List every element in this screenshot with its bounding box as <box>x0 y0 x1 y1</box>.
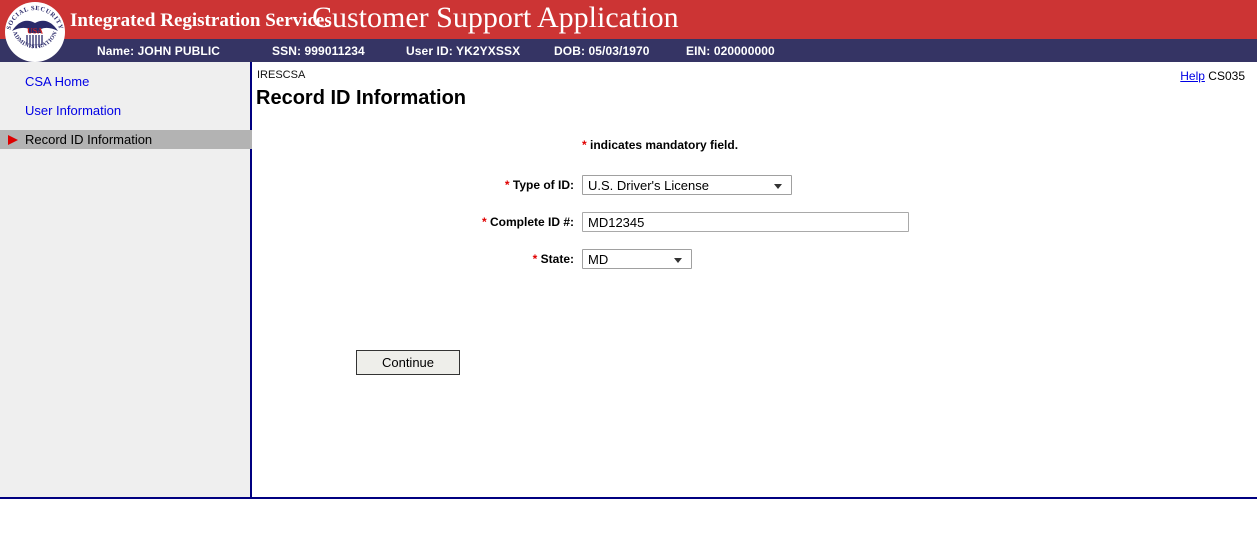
page-code: CS035 <box>1208 69 1245 83</box>
csa-home-link[interactable]: CSA Home <box>0 74 252 89</box>
page-title: Record ID Information <box>256 87 467 109</box>
masthead: SOCIAL SECURITY ADMINISTRATION USA Integ… <box>0 0 1257 62</box>
state-selected-value: MD <box>588 251 609 267</box>
state-label: * State: <box>532 252 574 266</box>
dropdown-arrow-icon <box>674 258 682 263</box>
type-of-id-selected-value: U.S. Driver's License <box>588 177 709 193</box>
state-select[interactable]: MD <box>582 249 692 269</box>
continue-button[interactable]: Continue <box>356 350 460 375</box>
user-ssn: SSN: 999011234 <box>272 44 365 58</box>
help-link[interactable]: Help <box>1180 69 1205 83</box>
record-id-information-label: Record ID Information <box>25 132 153 147</box>
required-asterisk: * <box>504 178 510 192</box>
current-page-arrow-icon <box>8 135 18 145</box>
mandatory-field-note: * indicates mandatory field. <box>582 138 738 152</box>
footer-whitespace <box>0 499 1257 534</box>
required-asterisk: * <box>532 252 538 266</box>
ssa-seal-logo: SOCIAL SECURITY ADMINISTRATION USA <box>5 2 65 62</box>
main-panel: IRESCSA Help CS035 Record ID Information… <box>252 62 1257 497</box>
seal-usa-text: USA <box>27 27 43 36</box>
complete-id-row: * Complete ID #: <box>252 212 909 232</box>
user-ein: EIN: 020000000 <box>686 44 775 58</box>
type-of-id-select[interactable]: U.S. Driver's License <box>582 175 792 195</box>
type-of-id-row: * Type of ID: U.S. Driver's License <box>252 175 792 195</box>
user-information-link[interactable]: User Information <box>0 103 252 118</box>
required-asterisk: * <box>481 215 487 229</box>
page-application-title: Customer Support Application <box>312 1 679 34</box>
user-id: User ID: YK2YXSSX <box>406 44 521 58</box>
breadcrumb: IRESCSA <box>257 69 306 81</box>
type-of-id-label: * Type of ID: <box>504 178 574 192</box>
required-asterisk: * <box>582 138 587 152</box>
dropdown-arrow-icon <box>774 184 782 189</box>
complete-id-input[interactable] <box>582 212 909 232</box>
user-info-bar: Name: JOHN PUBLIC SSN: 999011234 User ID… <box>0 39 1257 62</box>
help-area: Help CS035 <box>1180 69 1245 83</box>
sidebar-nav: CSA Home User Information Record ID Info… <box>0 62 252 497</box>
customer-support-application: { "header": { "app_name": "Integrated Re… <box>0 0 1257 536</box>
mandatory-note-text: indicates mandatory field. <box>590 138 739 152</box>
sidebar-item-record-id-information[interactable]: Record ID Information <box>0 130 252 149</box>
state-row: * State: MD <box>252 249 692 269</box>
user-name: Name: JOHN PUBLIC <box>97 44 221 58</box>
agency-app-name: Integrated Registration Services <box>70 10 332 31</box>
content-area: CSA Home User Information Record ID Info… <box>0 62 1257 499</box>
complete-id-label: * Complete ID #: <box>481 215 574 229</box>
user-dob: DOB: 05/03/1970 <box>554 44 650 58</box>
sidebar-item-csa-home[interactable]: CSA Home <box>0 74 252 89</box>
sidebar-item-user-information[interactable]: User Information <box>0 103 252 118</box>
